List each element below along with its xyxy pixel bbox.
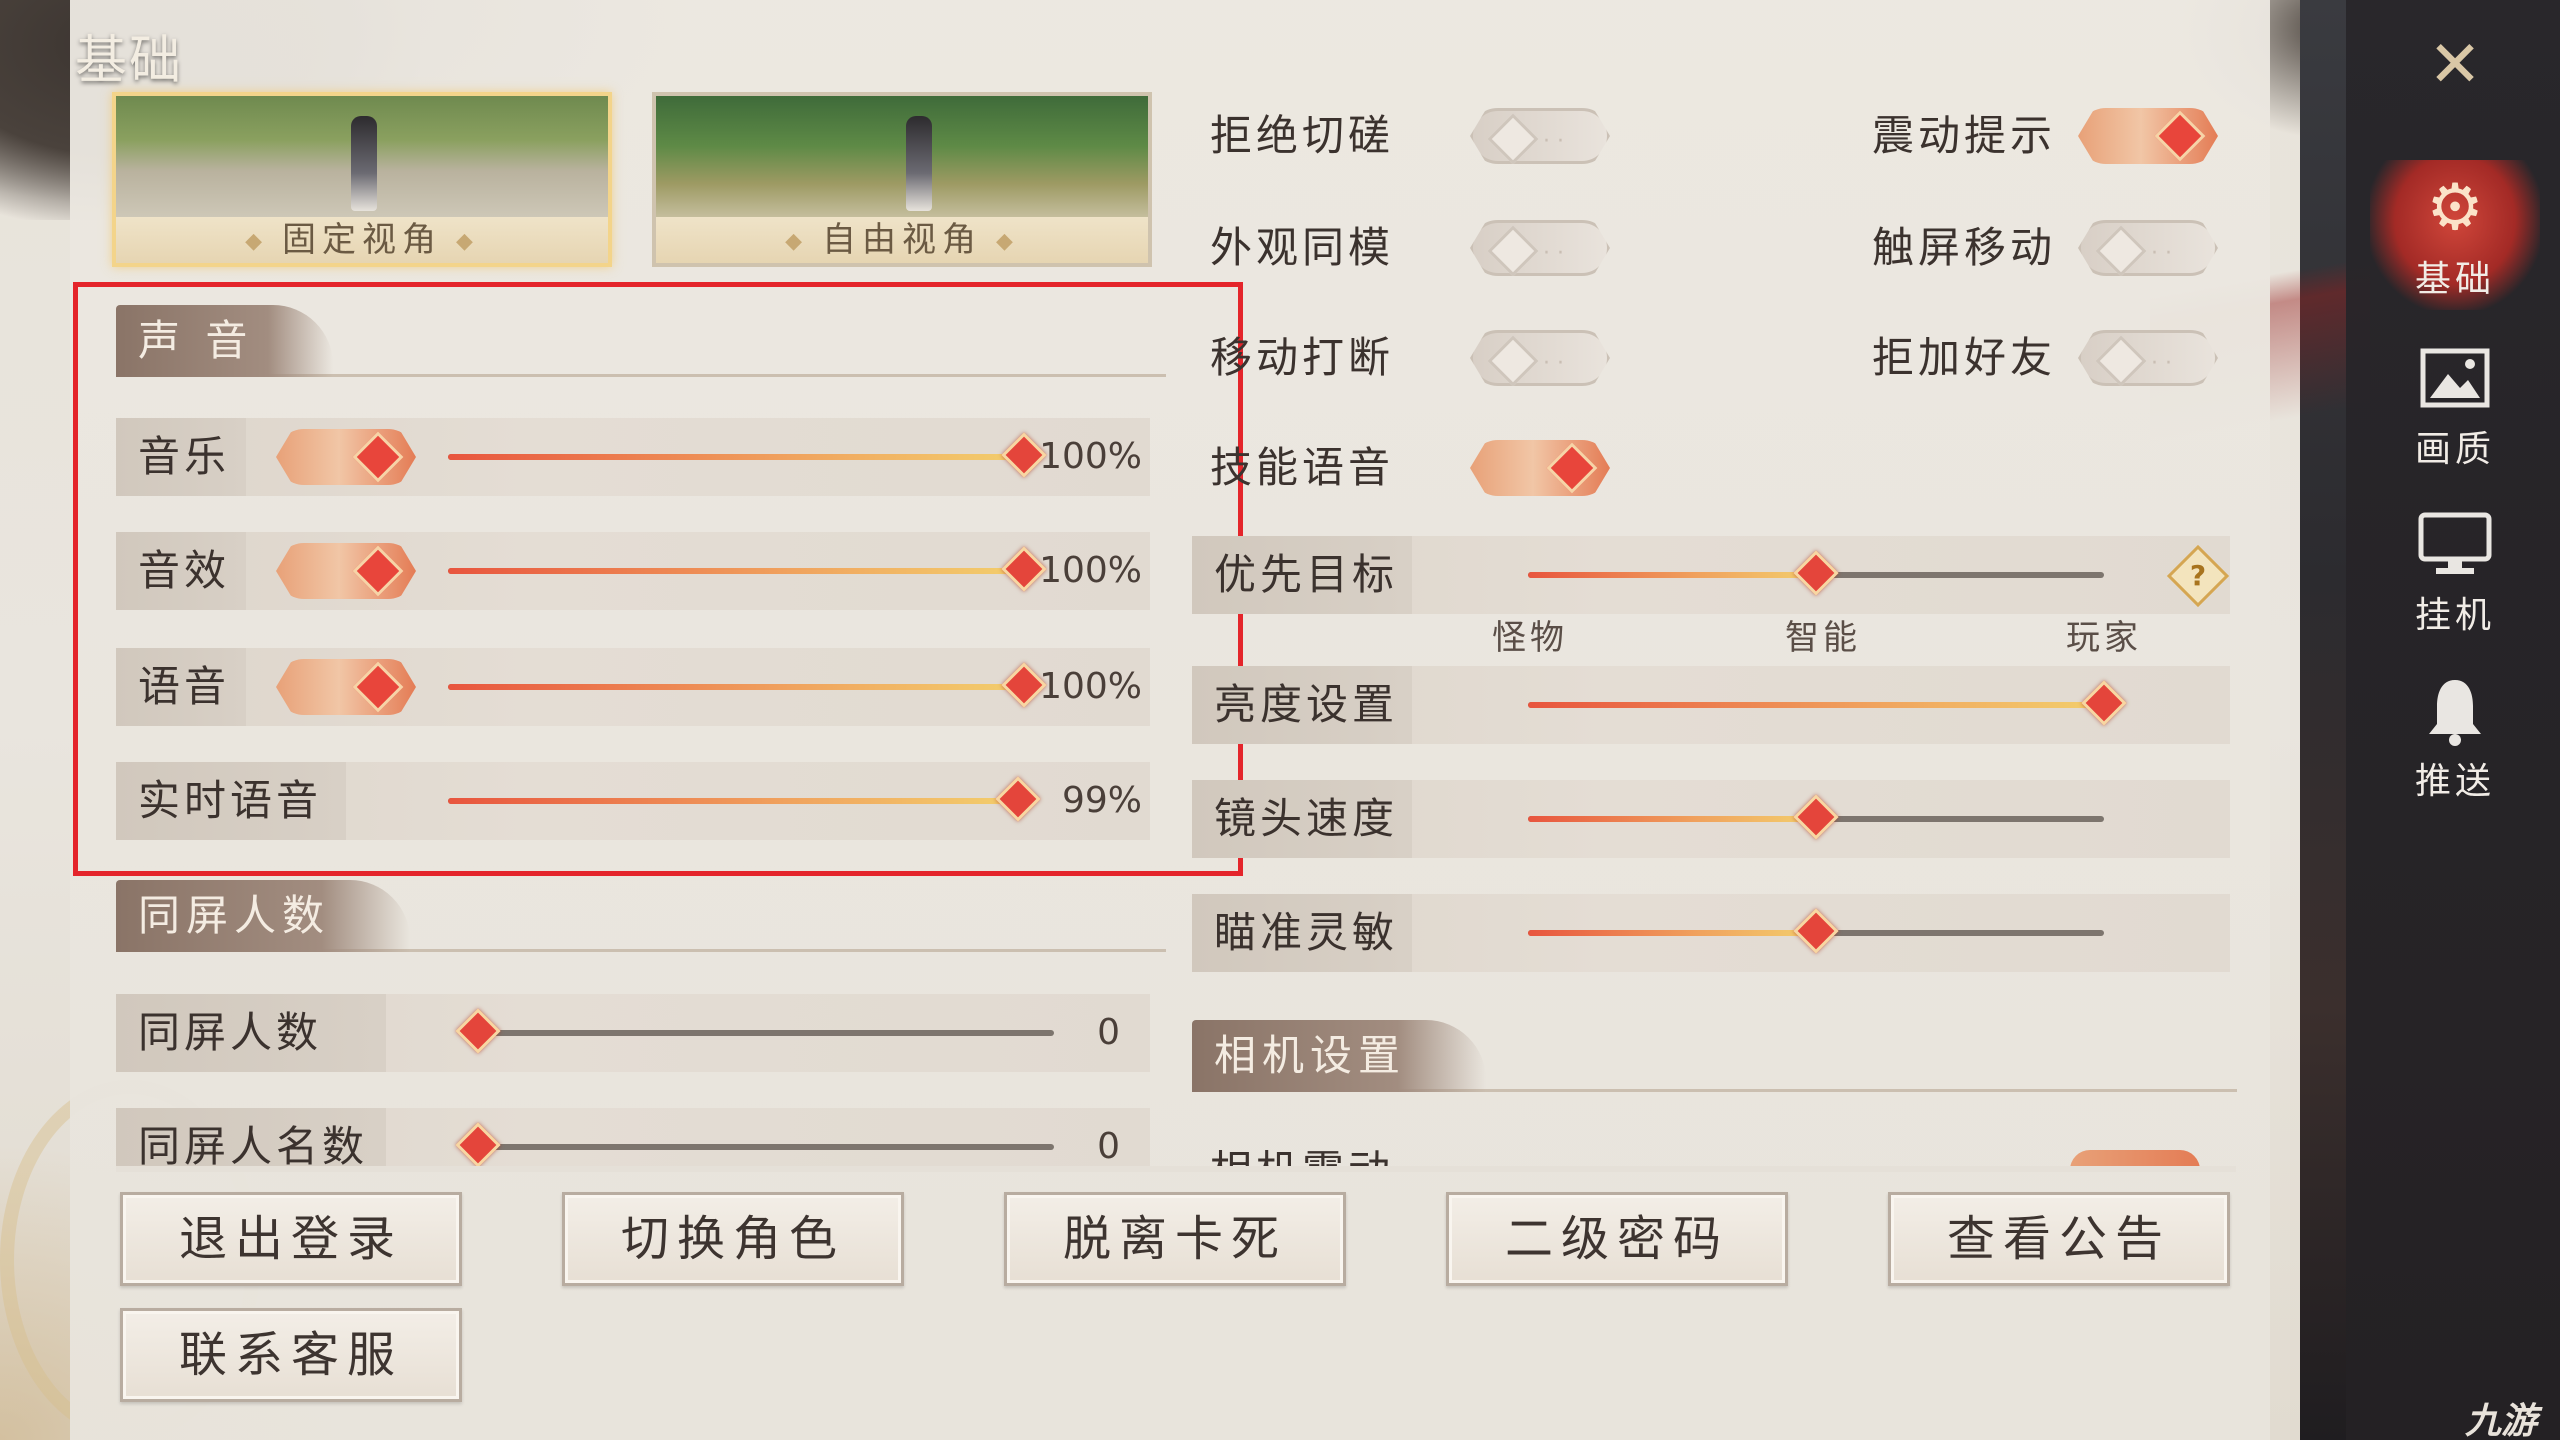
toggle-label: 技能语音 [1210,443,1395,492]
crowd-section-header: 同屏人数 [116,880,1166,952]
character-figure [906,116,932,211]
toggle-knob [1487,225,1539,276]
slider-fill [1528,816,1816,822]
toggle-knob [1487,335,1539,386]
brightness-label: 亮度设置 [1214,680,1399,729]
aim-sensitivity-label: 瞄准灵敏 [1214,908,1399,957]
option-toggle[interactable] [1470,440,1610,496]
monitor-icon [2370,502,2540,586]
logout-button[interactable]: 退出登录 [120,1192,462,1286]
camera-settings-section-header: 相机设置 [1192,1020,2237,1092]
toggle-dots: · · [1543,241,1564,266]
option-toggle[interactable]: · · [1470,108,1610,164]
slider-fill [1528,702,2104,708]
priority-target-label: 优先目标 [1214,550,1399,599]
nav-label: 基础 [2414,259,2495,300]
toggle-label: 外观同模 [1210,223,1395,272]
crowd-value: 0 [1097,1012,1120,1053]
camera-speed-slider[interactable] [1528,794,2104,840]
fixed-view-label: 固定视角 [282,220,442,260]
slider-fill [1528,930,1816,936]
priority-target-slider[interactable] [1528,550,2104,596]
close-icon[interactable]: ✕ [2410,20,2500,110]
toggle-label: 触屏移动 [1872,223,2057,272]
free-view-option[interactable]: ◆ 自由视角 ◆ [652,92,1152,267]
toggle-label: 拒加好友 [1872,333,2057,382]
nav-label: 挂机 [2414,595,2495,636]
free-view-preview [656,96,1148,221]
camera-shake-row-partial: 相机震动 [1210,1150,2220,1166]
toggle-label: 拒绝切磋 [1210,111,1395,160]
nav-item-push[interactable]: 推送 [2370,662,2540,812]
notice-button[interactable]: 查看公告 [1888,1192,2230,1286]
aim-sensitivity-slider[interactable] [1528,908,2104,954]
slider-fill [1528,572,1816,578]
camera-shake-toggle[interactable] [2070,1150,2200,1166]
crowd-value: 0 [1097,1126,1120,1166]
toggle-knob [2095,225,2147,276]
crowd-section-title: 同屏人数 [116,880,411,952]
help-icon-glyph: ? [2189,559,2207,592]
scroll-fade [116,1166,2236,1172]
crowd-row-label: 同屏人名数 [138,1122,369,1166]
page-title: 基础 [75,31,184,91]
image-icon [2370,336,2540,420]
toggle-knob [2154,110,2206,162]
brightness-slider[interactable] [1528,680,2127,726]
nav-item-quality[interactable]: 画质 [2370,330,2540,480]
toggle-knob [1546,442,1598,494]
tick-label-player: 玩家 [2066,618,2142,658]
toggle-label: 移动打断 [1210,333,1395,382]
camera-shake-label: 相机震动 [1210,1150,2220,1166]
fixed-view-option[interactable]: ◆ 固定视角 ◆ [112,92,612,267]
camera-settings-section-title: 相机设置 [1192,1020,1487,1092]
watermark: 九游 [2465,1401,2538,1440]
camera-speed-label: 镜头速度 [1214,794,1399,843]
gear-icon: ⚙ [2426,171,2484,245]
bell-icon [2370,668,2540,752]
character-figure [351,116,377,211]
second-password-button[interactable]: 二级密码 [1446,1192,1788,1286]
toggle-knob [1487,113,1539,164]
crowd-row: 同屏人名数 0 [116,1108,1150,1166]
toggle-label: 震动提示 [1872,111,2057,160]
nav-label: 推送 [2414,761,2495,802]
nav-label: 画质 [2414,429,2495,470]
help-icon[interactable]: ? [2166,544,2230,608]
tick-label-smart: 智能 [1785,618,1861,658]
unstuck-button[interactable]: 脱离卡死 [1004,1192,1346,1286]
option-toggle[interactable]: · · [2078,220,2218,276]
toggle-dots: · · [1543,351,1564,376]
highlight-box [73,282,1243,876]
option-toggle[interactable]: · · [1470,330,1610,386]
free-view-caption: ◆ 自由视角 ◆ [656,217,1148,263]
support-button[interactable]: 联系客服 [120,1308,462,1402]
option-toggle[interactable]: · · [2078,330,2218,386]
crowd-slider[interactable] [455,1122,1054,1168]
free-view-label: 自由视角 [822,220,982,260]
switch-role-button[interactable]: 切换角色 [562,1192,904,1286]
nav-item-afk[interactable]: 挂机 [2370,496,2540,646]
crowd-row-label: 同屏人数 [138,1008,323,1057]
toggle-knob [2095,335,2147,386]
toggle-dots: · · [2151,351,2172,376]
toggle-dots: · · [2151,241,2172,266]
nav-item-basic[interactable]: ⚙ 基础 [2370,160,2540,310]
option-toggle[interactable] [2078,108,2218,164]
crowd-slider[interactable] [455,1008,1054,1054]
toggle-dots: · · [1543,129,1564,154]
option-toggle[interactable]: · · [1470,220,1610,276]
tick-label-monster: 怪物 [1492,618,1568,658]
fixed-view-caption: ◆ 固定视角 ◆ [116,217,608,263]
